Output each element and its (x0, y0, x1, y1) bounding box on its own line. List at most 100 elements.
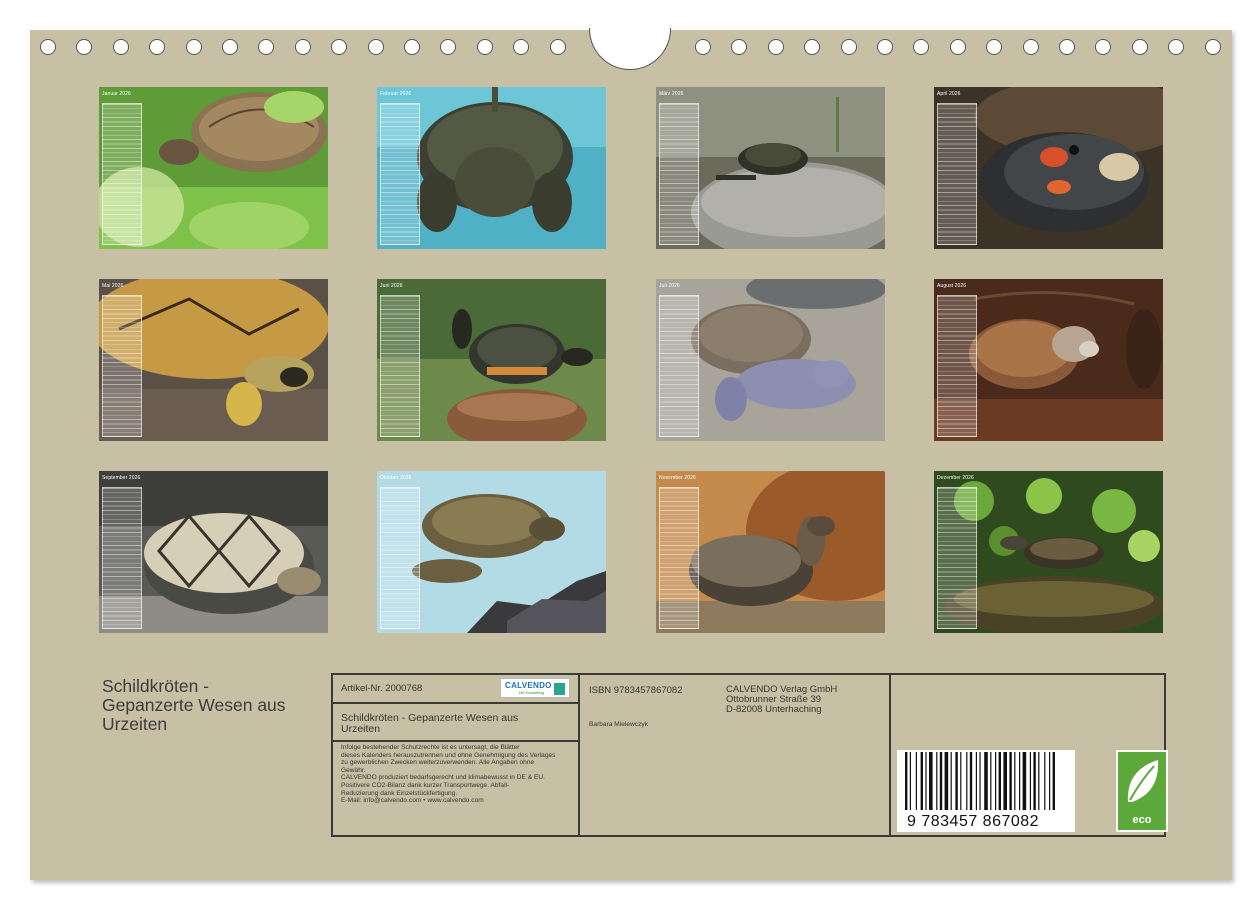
barcode-bar (998, 752, 1001, 810)
binding-hole (76, 39, 93, 55)
month-thumbnail-june: Juni 2026 (377, 279, 606, 441)
binding-hole (804, 39, 821, 55)
barcode-bar (969, 752, 973, 810)
binding-hole (440, 39, 457, 55)
binding-hole (331, 39, 348, 55)
month-thumbnail-december: Dezember 2026 (934, 471, 1163, 633)
barcode-number: 9 783457 867082 (907, 813, 1040, 830)
title-line-1: Schildkröten - (102, 676, 209, 696)
product-info-box: Artikel-Nr. 2000768 CALVENDO Der Kunstve… (331, 673, 1168, 837)
binding-hole (695, 39, 711, 55)
barcode-bar (936, 752, 938, 810)
barcode-bar (905, 752, 908, 810)
leaf-icon (1127, 760, 1159, 802)
binding-hole (877, 39, 893, 55)
legal-line: CALVENDO produziert bedarfsgerecht und k… (341, 774, 546, 782)
binding-hole (222, 39, 238, 55)
binding-hole (549, 39, 566, 55)
calendar-title: Schildkröten - Gepanzerte Wesen aus Urze… (102, 677, 332, 734)
barcode-bar (915, 752, 917, 810)
binding-hole (476, 39, 493, 55)
binding-hole (986, 39, 1003, 55)
article-row: Artikel-Nr. 2000768 CALVENDO Der Kunstve… (333, 675, 578, 704)
binding-hole (185, 39, 202, 55)
barcode-bar (1038, 752, 1040, 810)
binding-hole (513, 39, 530, 55)
month-label: Mai 2026 (102, 283, 124, 289)
month-thumbnail-april: April 2026 (934, 87, 1163, 249)
product-title-row: Schildkröten - Gepanzerte Wesen aus Urze… (333, 704, 578, 742)
binding-hole (404, 39, 420, 55)
legal-line: Infolge bestehender Schutzrechte ist es … (341, 744, 520, 751)
calvendo-logo-sub: Der Kunstverlag (519, 691, 545, 695)
publisher-address: CALVENDO Verlag GmbH Ottobrunner Straße … (726, 685, 837, 715)
author: Barbara Mielewczyk (589, 721, 648, 728)
month-label: Juni 2026 (380, 283, 403, 289)
barcode-bar (929, 752, 933, 810)
barcode-bar (1033, 752, 1036, 810)
month-label: März 2026 (659, 91, 684, 97)
binding-hole (767, 39, 784, 55)
month-thumbnail-october: Oktober 2026 (377, 471, 606, 633)
month-thumbnail-january: Januar 2026 (99, 87, 328, 249)
month-label: Februar 2026 (380, 91, 412, 97)
hanger-cutout (589, 28, 671, 70)
barcode-bar (1029, 752, 1031, 810)
month-label: November 2026 (659, 475, 696, 481)
legal-line: Reduzierung dank Einzelstückfertigung. (341, 789, 458, 797)
isbn: ISBN 9783457867082 (589, 685, 683, 696)
month-label: August 2026 (937, 283, 967, 289)
product-title-line-2: Urzeiten (341, 723, 381, 735)
calvendo-logo-word: CALVENDO (505, 681, 552, 690)
month-thumbnail-february: Februar 2026 (377, 87, 606, 249)
legal-line: dieses Kalenders herauszutrennen und ohn… (341, 751, 556, 759)
binding-hole (840, 39, 857, 55)
binding-hole (1095, 39, 1112, 55)
binding-hole (913, 39, 930, 55)
barcode-bar (979, 752, 981, 810)
barcode-bar (1014, 752, 1016, 810)
month-label: April 2026 (937, 91, 961, 97)
barcode-bar (939, 752, 943, 810)
month-label: September 2026 (102, 475, 141, 481)
barcode-bar (909, 752, 911, 810)
barcode-bar (966, 752, 968, 810)
binding-hole (40, 39, 56, 55)
barcode-bar (950, 752, 952, 810)
barcode-bar (990, 752, 992, 810)
binding-hole (1168, 39, 1185, 55)
month-label: Oktober 2026 (380, 475, 412, 481)
month-thumbnail-july: Juli 2026 (656, 279, 885, 441)
binding-hole (1059, 39, 1075, 55)
barcode-bar (960, 752, 962, 810)
month-thumbnail-november: November 2026 (656, 471, 885, 633)
publisher-line: D-82008 Unterhaching (726, 704, 822, 715)
eco-label: eco (1132, 814, 1152, 826)
barcode-bar (1003, 752, 1007, 810)
legal-line: zu gewerblichen Zwecken weiterzuverwende… (341, 759, 535, 767)
binding-hole (367, 39, 384, 55)
binding-hole (1204, 39, 1221, 55)
info-column-middle: ISBN 9783457867082 Barbara Mielewczyk CA… (580, 675, 891, 835)
calvendo-mark-icon (554, 683, 565, 695)
binding-hole (731, 39, 748, 55)
title-line-2: Gepanzerte Wesen aus (102, 695, 286, 715)
barcode-bar (1044, 752, 1046, 810)
barcode-bar (1049, 752, 1051, 810)
calvendo-logo: CALVENDO Der Kunstverlag (500, 678, 570, 698)
binding-hole (112, 39, 129, 55)
binding-hole (258, 39, 275, 55)
binding-hole (294, 39, 311, 55)
binding-hole (1022, 39, 1039, 55)
month-thumbnail-march: März 2026 (656, 87, 885, 249)
eco-badge: eco (1116, 750, 1168, 832)
calendar-back-sheet: Januar 2026 Februar 2026 März 2026 April… (30, 28, 1232, 880)
month-thumbnail-may: Mai 2026 (99, 279, 328, 441)
barcode-bar (944, 752, 949, 810)
barcode-bar (1019, 752, 1021, 810)
legal-line: E-Mail: info@calvendo.com • www.calvendo… (341, 797, 484, 805)
legal-line: Gewähr. (341, 766, 366, 774)
product-title: Schildkröten - Gepanzerte Wesen aus Urze… (341, 713, 518, 735)
barcode-bar (925, 752, 927, 810)
article-number: Artikel-Nr. 2000768 (341, 683, 423, 694)
